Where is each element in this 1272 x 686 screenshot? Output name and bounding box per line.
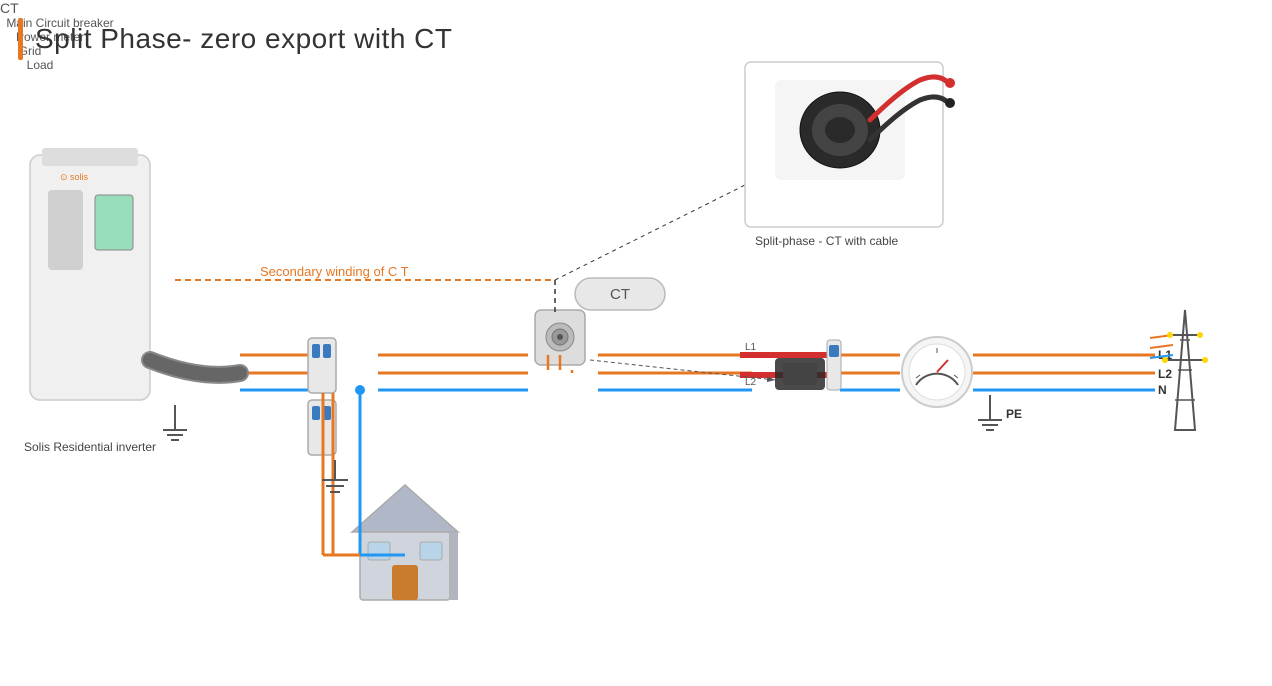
page-container: Split Phase- zero export with CT Seconda… [0, 0, 1272, 686]
svg-text:CT: CT [610, 286, 630, 303]
svg-text:N: N [1158, 383, 1167, 397]
svg-text:L2: L2 [1158, 367, 1172, 381]
svg-text:⊙ solis: ⊙ solis [60, 172, 89, 182]
diagram-svg: L1 L2 N PE ⊙ solis [0, 0, 1272, 686]
svg-text:L2: L2 [745, 377, 757, 388]
svg-text:PE: PE [1006, 407, 1022, 421]
svg-text:Split-phase - CT with cable: Split-phase - CT with cable [755, 234, 899, 248]
svg-text:L1: L1 [745, 342, 757, 353]
